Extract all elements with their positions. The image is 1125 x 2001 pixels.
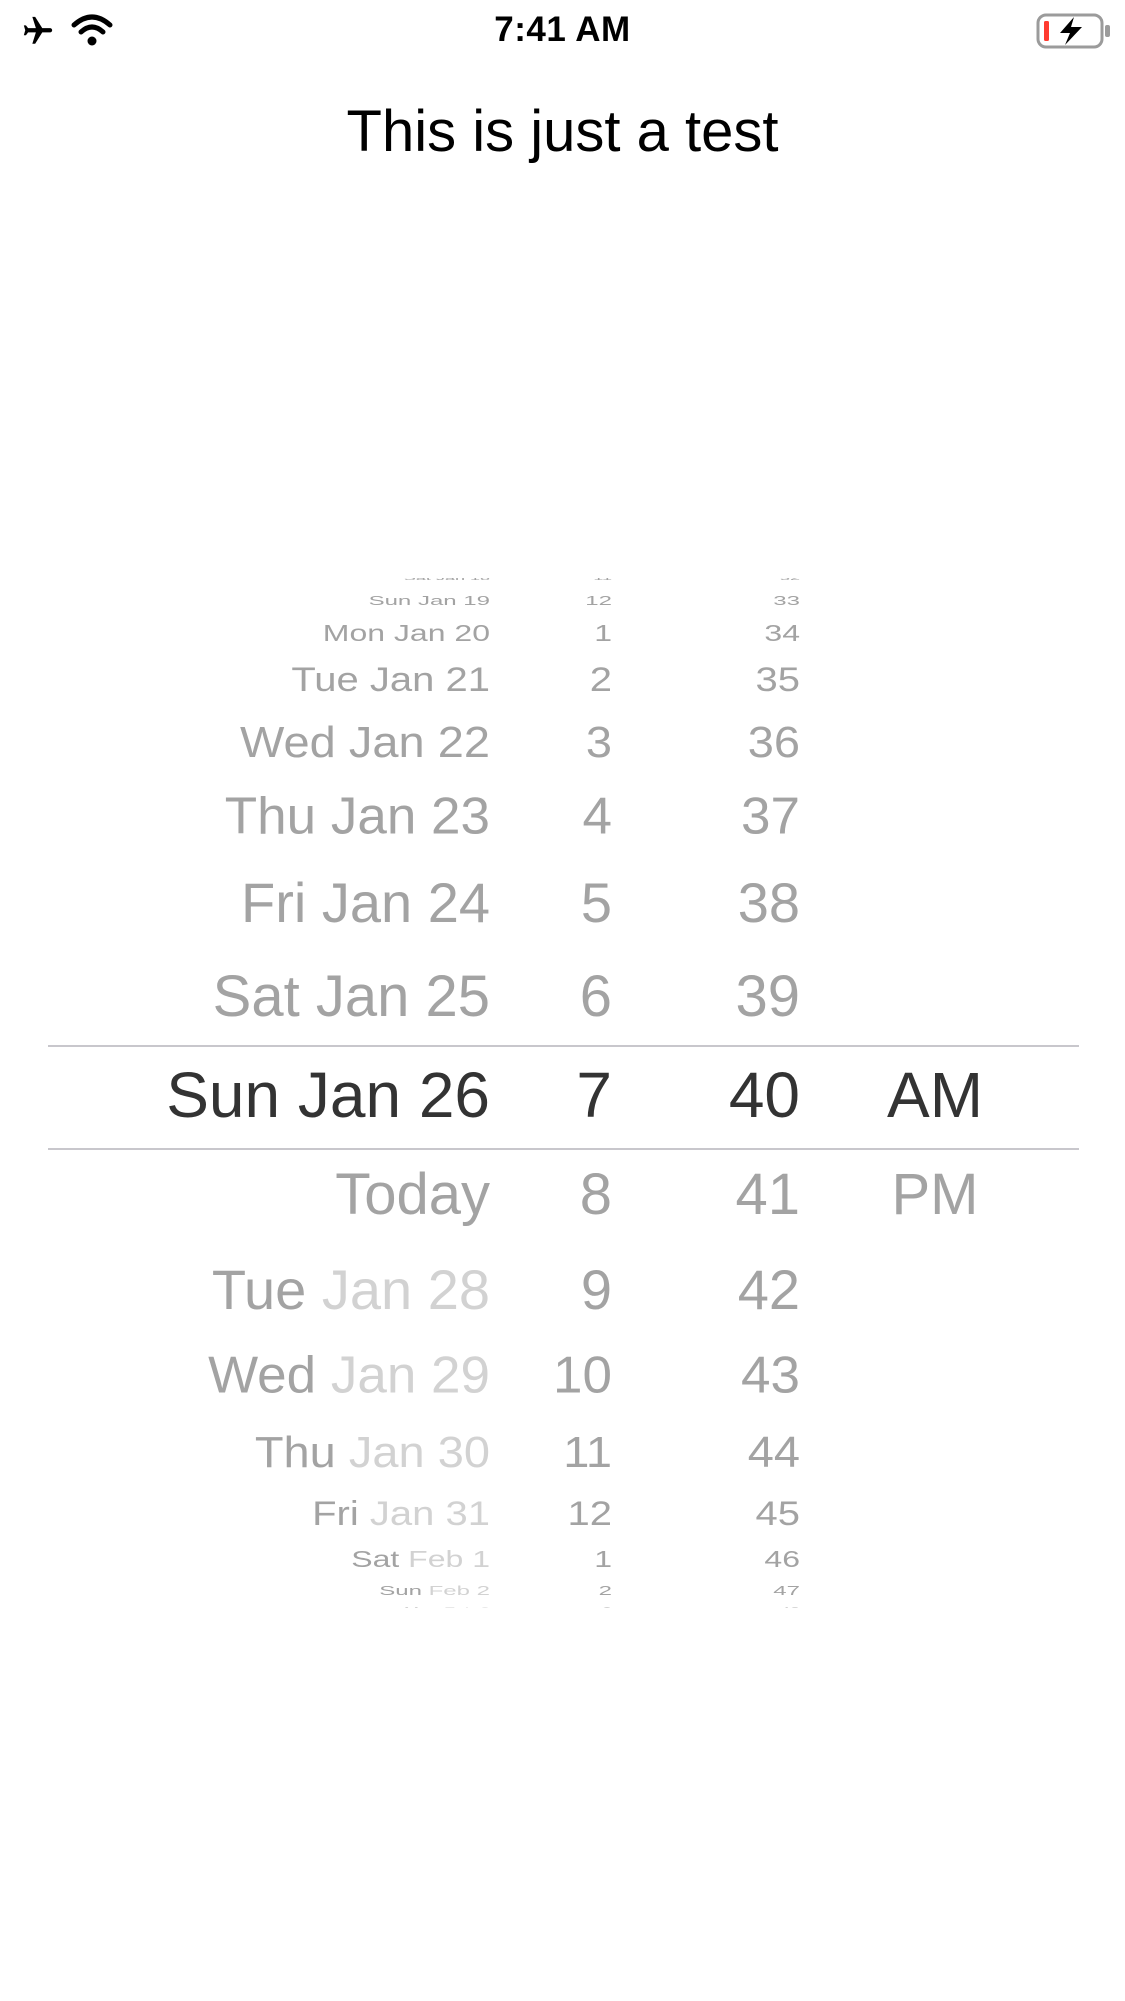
picker-hour-option[interactable]: 6 — [580, 968, 612, 1026]
picker-day-label: Thu — [254, 1426, 336, 1476]
picker-minute-option[interactable]: 47 — [773, 1584, 800, 1597]
picker-date-option[interactable]: Today — [335, 1166, 490, 1224]
picker-date-option[interactable]: Thu Jan 23 — [225, 790, 490, 842]
picker-date-label: Jan 19 — [417, 593, 490, 609]
picker-hour-option[interactable]: 3 — [586, 719, 612, 763]
picker-minute-option[interactable]: 44 — [748, 1429, 800, 1473]
picker-hour-option[interactable]: 12 — [568, 1497, 613, 1531]
status-time: 7:41 AM — [494, 10, 631, 49]
picker-minute-selected[interactable]: 40 — [729, 1063, 800, 1127]
picker-date-option[interactable]: Mon Jan 20 — [323, 621, 490, 644]
picker-date-label: Feb 3 — [444, 1607, 490, 1608]
status-bar: 7:41 AM — [0, 0, 1125, 64]
picker-day-label: Tue — [211, 1258, 307, 1321]
picker-date-option[interactable]: Fri Jan 31 — [312, 1497, 490, 1531]
picker-day-label: Sat — [351, 1546, 400, 1572]
picker-period-selected[interactable]: AM — [860, 1063, 1010, 1127]
picker-day-label: Tue — [291, 661, 359, 699]
picker-minute-option[interactable]: 45 — [756, 1497, 801, 1531]
picker-hour-option[interactable]: 1 — [594, 621, 612, 644]
picker-period-option[interactable]: PM — [860, 1166, 1010, 1224]
picker-date-option[interactable]: Thu Jan 30 — [255, 1429, 490, 1473]
picker-day-label: Sun — [379, 1583, 422, 1599]
picker-minute-option[interactable]: 42 — [738, 1262, 800, 1318]
picker-date-option[interactable]: Fri Jan 24 — [241, 875, 490, 931]
selection-bottom-divider — [48, 1148, 1079, 1150]
picker-day-label: Sun — [368, 593, 412, 609]
picker-date-label: Jan 22 — [348, 716, 490, 766]
picker-hour-option[interactable]: 2 — [590, 663, 612, 697]
picker-date-label: Jan 23 — [330, 787, 490, 845]
picker-minute-option[interactable]: 35 — [756, 663, 801, 697]
battery-charging-icon — [1036, 12, 1114, 55]
picker-date-label: Jan 28 — [321, 1258, 490, 1321]
picker-date-option[interactable]: Mon Feb 3 — [404, 1607, 490, 1608]
picker-date-label: Jan 21 — [369, 661, 490, 699]
picker-hour-option[interactable]: 9 — [581, 1262, 612, 1318]
picker-day-label: Mon — [322, 620, 386, 646]
picker-minute-option[interactable]: 37 — [741, 790, 800, 842]
picker-date-option[interactable]: Sat Jan 18 — [404, 578, 490, 581]
picker-hour-option[interactable]: 5 — [581, 875, 612, 931]
picker-minute-option[interactable]: 48 — [780, 1607, 800, 1608]
picker-hour-option[interactable]: 12 — [585, 594, 612, 607]
picker-date-label: Jan 26 — [297, 1059, 490, 1131]
picker-day-label: Fri — [312, 1495, 359, 1533]
picker-day-label: Thu — [224, 787, 317, 845]
selection-top-divider — [48, 1045, 1079, 1047]
picker-date-label: Jan 25 — [315, 964, 490, 1029]
picker-day-label: Wed — [240, 716, 336, 766]
picker-date-label: Jan 18 — [435, 578, 490, 582]
picker-date-option[interactable]: Tue Jan 28 — [212, 1262, 490, 1318]
picker-date-label: Jan 20 — [393, 620, 490, 646]
picker-date-label: Jan 29 — [330, 1346, 490, 1404]
picker-date-option[interactable]: Sat Feb 1 — [351, 1547, 490, 1570]
picker-hour-option[interactable]: 10 — [553, 1349, 612, 1401]
picker-day-label: Fri — [241, 871, 307, 934]
picker-date-option[interactable]: Wed Jan 29 — [208, 1349, 490, 1401]
picker-hour-option[interactable]: 4 — [583, 790, 612, 842]
picker-date-label: Jan 30 — [348, 1426, 490, 1476]
picker-date-option[interactable]: Sun Feb 2 — [379, 1584, 490, 1597]
picker-minute-option[interactable]: 36 — [748, 719, 800, 763]
page-title: This is just a test — [346, 99, 779, 164]
picker-day-label: Wed — [208, 1346, 317, 1404]
picker-hour-selected[interactable]: 7 — [576, 1063, 612, 1127]
picker-minute-option[interactable]: 33 — [773, 594, 800, 607]
picker-date-label: Feb 2 — [428, 1583, 490, 1599]
picker-date-label: Jan 31 — [369, 1495, 490, 1533]
picker-minute-option[interactable]: 38 — [738, 875, 800, 931]
picker-hour-option[interactable]: 11 — [563, 1429, 612, 1473]
picker-day-label: Sat — [212, 964, 300, 1029]
picker-date-label: Jan 24 — [321, 871, 490, 934]
picker-hour-option[interactable]: 8 — [580, 1166, 612, 1224]
picker-day-label: Mon — [404, 1607, 439, 1608]
picker-date-selected[interactable]: Sun Jan 26 — [166, 1063, 490, 1127]
picker-day-label: Sun — [166, 1059, 281, 1131]
picker-day-label: Sat — [403, 578, 431, 582]
picker-hour-option[interactable]: 1 — [594, 1547, 612, 1570]
picker-minute-option[interactable]: 43 — [741, 1349, 800, 1401]
picker-date-option[interactable]: Tue Jan 21 — [291, 663, 490, 697]
picker-minute-option[interactable]: 46 — [764, 1547, 800, 1570]
picker-hour-option[interactable]: 3 — [602, 1607, 612, 1608]
picker-hour-option[interactable]: 2 — [599, 1584, 612, 1597]
picker-minute-option[interactable]: 32 — [780, 578, 800, 581]
picker-date-option[interactable]: Sun Jan 19 — [369, 594, 490, 607]
picker-minute-option[interactable]: 41 — [735, 1166, 800, 1224]
picker-minute-option[interactable]: 34 — [764, 621, 800, 644]
picker-date-option[interactable]: Sat Jan 25 — [213, 968, 490, 1026]
date-time-picker[interactable]: Sat Jan 18 11 32 Sun Jan 19 12 33 Mon Jan 20 1 3… — [0, 578, 1125, 1608]
picker-minute-option[interactable]: 39 — [735, 968, 800, 1026]
picker-day-label: Today — [335, 1162, 490, 1227]
picker-date-option[interactable]: Wed Jan 22 — [240, 719, 490, 763]
picker-hour-option[interactable]: 11 — [593, 578, 612, 581]
picker-date-label: Feb 1 — [408, 1546, 490, 1572]
